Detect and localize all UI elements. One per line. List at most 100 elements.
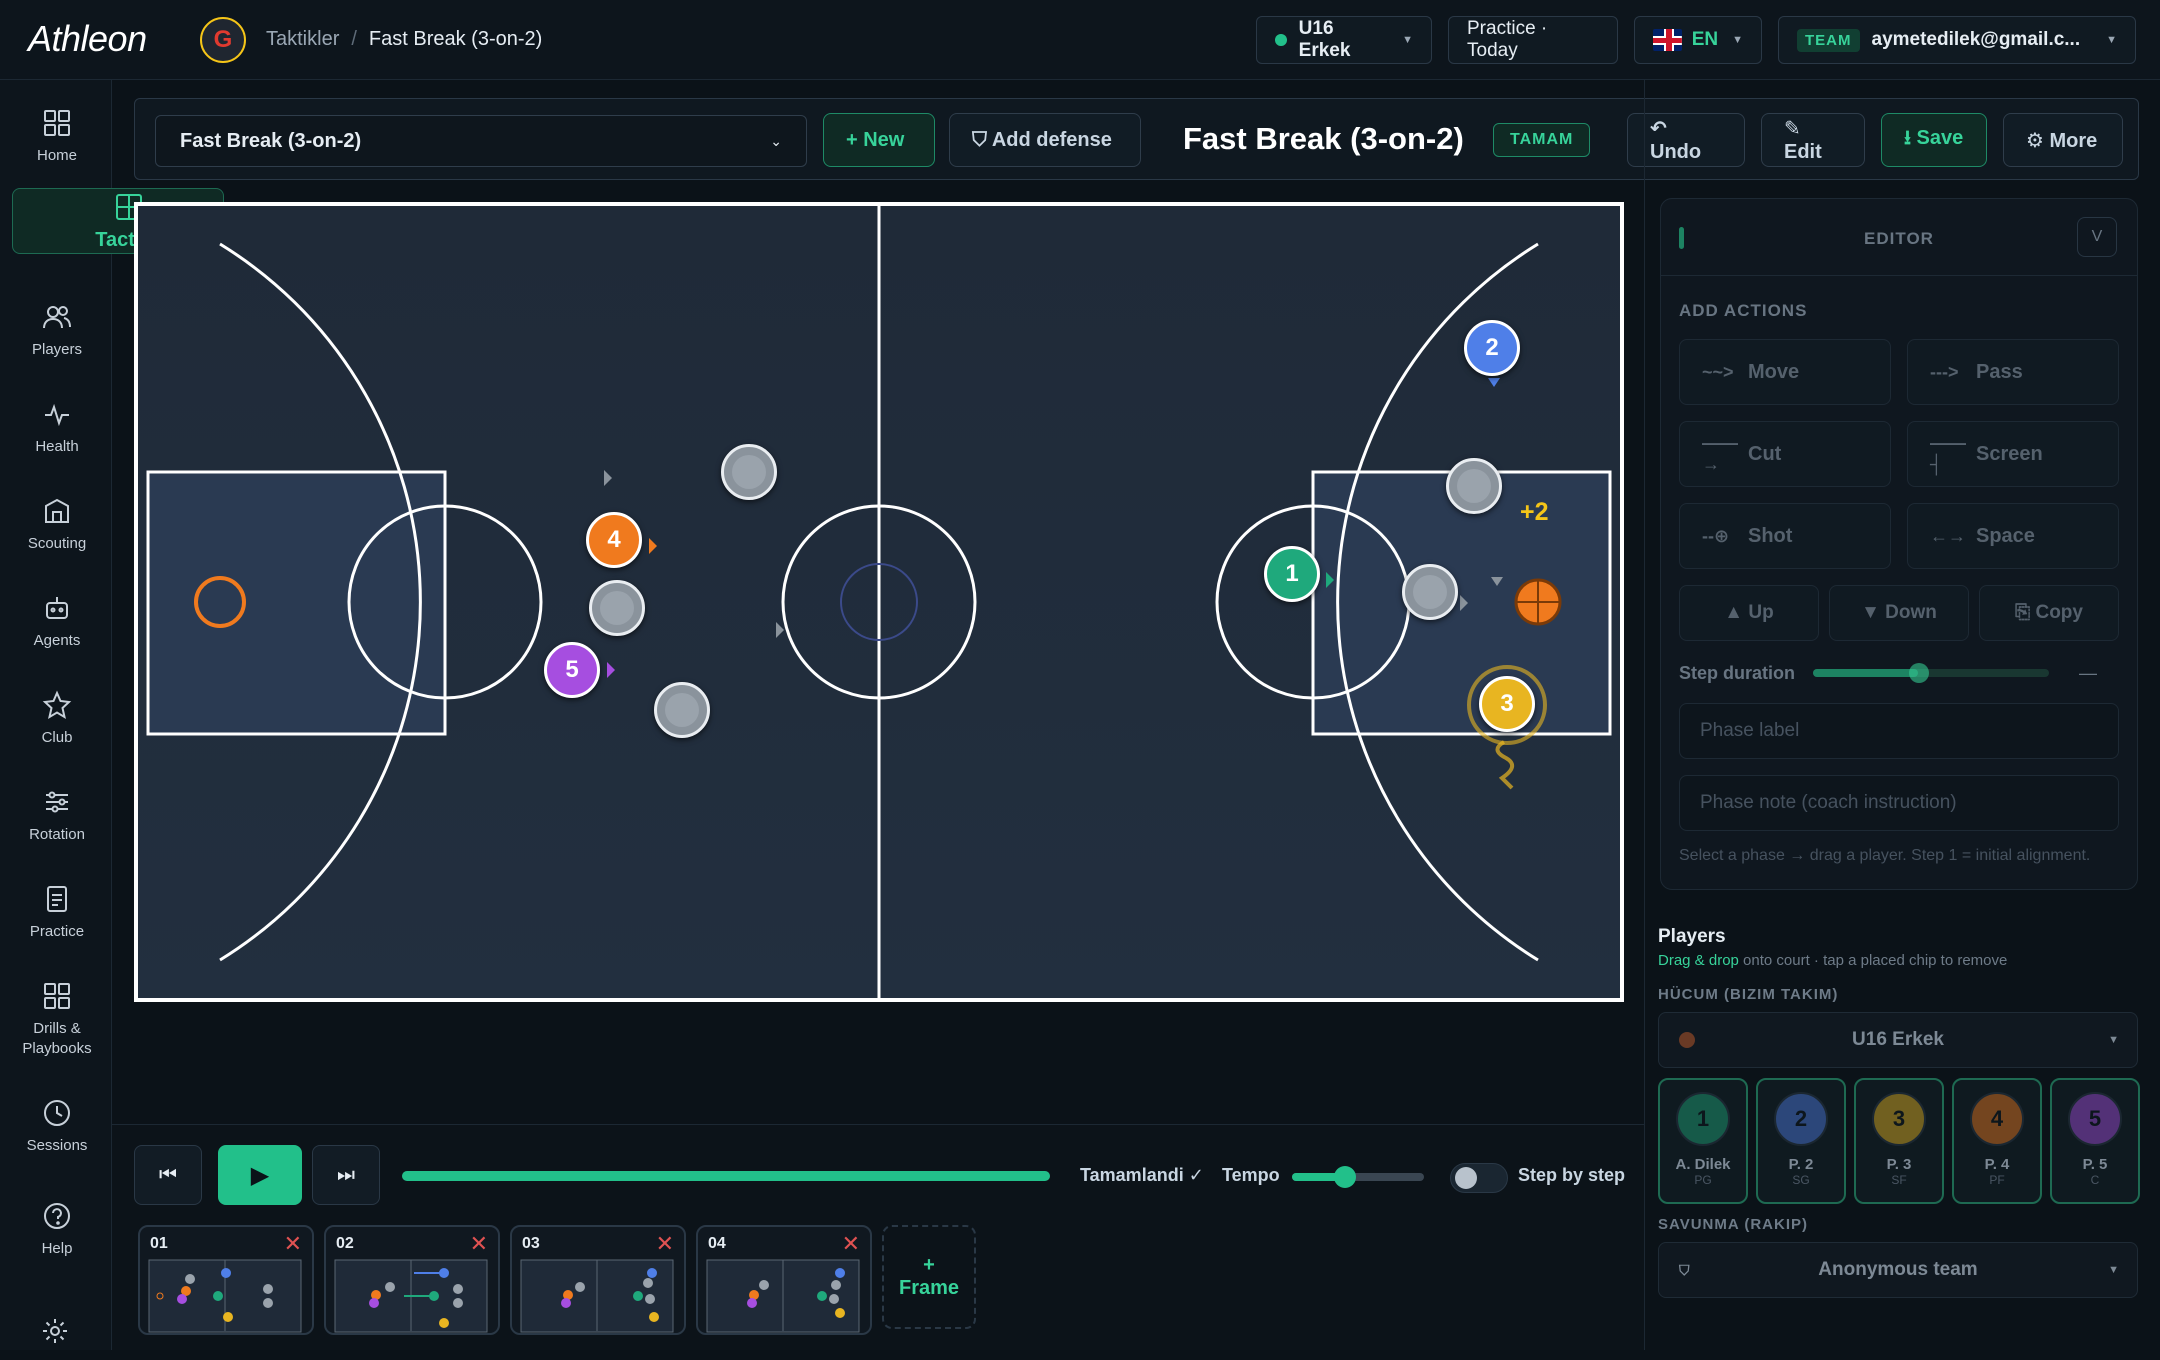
- sidebar-item-agents[interactable]: Agents: [12, 577, 102, 667]
- play-select[interactable]: Fast Break (3-on-2) ⌄: [155, 115, 807, 167]
- account-menu[interactable]: TEAM aymetedilek@gmail.c... ▼: [1778, 16, 2136, 64]
- offense-player-1[interactable]: 1: [1264, 546, 1320, 602]
- offense-player-4[interactable]: 4: [586, 512, 642, 568]
- sidebar-item-home[interactable]: Home: [12, 92, 102, 182]
- basketball-court[interactable]: 1 2 3 4 5 +2: [134, 202, 1624, 1002]
- player-position: PG: [1694, 1173, 1712, 1187]
- chevron-down-icon: ⌄: [770, 132, 782, 149]
- add-frame-label: Frame: [898, 1277, 960, 1299]
- frame-thumbnail[interactable]: 01 ✕: [138, 1225, 314, 1335]
- defender-marker[interactable]: [1402, 564, 1458, 620]
- action-cut-button[interactable]: ——→ Cut: [1679, 421, 1891, 487]
- frame-thumbnail[interactable]: 04 ✕: [696, 1225, 872, 1335]
- frame-preview: [706, 1259, 860, 1333]
- step-by-step-label: Step by step: [1518, 1165, 1626, 1185]
- club-crest[interactable]: G: [200, 17, 246, 63]
- sidebar-item-rotation[interactable]: Rotation: [12, 771, 102, 861]
- basketball-icon: [1679, 1032, 1695, 1048]
- players-title: Players: [1658, 926, 1726, 947]
- player-card[interactable]: 4 P. 4 PF: [1952, 1078, 2042, 1204]
- action-move-button[interactable]: ~~> Move: [1679, 339, 1891, 405]
- offense-team-select[interactable]: U16 Erkek ▼: [1658, 1012, 2138, 1068]
- offense-player-2[interactable]: 2: [1464, 320, 1520, 376]
- defender-marker[interactable]: [721, 444, 777, 500]
- step-duration-value: —: [2079, 663, 2097, 683]
- sidebar-item-label: Health: [35, 438, 79, 455]
- copy-button[interactable]: ⎘ Copy: [1979, 585, 2119, 641]
- more-button[interactable]: ⚙ More: [2003, 113, 2123, 167]
- language-select[interactable]: EN ▼: [1634, 16, 1762, 64]
- add-actions-heading: ADD ACTIONS: [1679, 301, 1808, 320]
- save-button[interactable]: ⭳ Save: [1881, 113, 1987, 167]
- defender-marker[interactable]: [654, 682, 710, 738]
- step-by-step-toggle[interactable]: [1450, 1163, 1508, 1193]
- star-icon: [42, 690, 72, 720]
- slider-thumb[interactable]: [1334, 1166, 1356, 1188]
- defense-team-select[interactable]: ⛉ Anonymous team ▼: [1658, 1242, 2138, 1298]
- settings-gear-button[interactable]: [40, 1316, 74, 1350]
- sidebar-item-practice[interactable]: Practice: [12, 868, 102, 958]
- space-arrows-icon: ←→: [1930, 525, 1966, 546]
- sidebar-item-help[interactable]: Help: [12, 1185, 102, 1275]
- action-pass-button[interactable]: ---> Pass: [1907, 339, 2119, 405]
- close-icon[interactable]: ✕: [842, 1231, 860, 1257]
- player-card[interactable]: 1 A. Dilek PG: [1658, 1078, 1748, 1204]
- skip-back-button[interactable]: ⏮: [134, 1145, 202, 1205]
- sidebar-item-scouting[interactable]: Scouting: [12, 480, 102, 570]
- defender-marker[interactable]: [589, 580, 645, 636]
- step-duration-slider[interactable]: [1813, 663, 2049, 683]
- app-logo[interactable]: Athleon: [28, 18, 147, 60]
- team-select[interactable]: U16 Erkek ▼: [1256, 16, 1432, 64]
- collapse-toggle-button[interactable]: V: [2077, 217, 2117, 257]
- frame-thumbnail[interactable]: 03 ✕: [510, 1225, 686, 1335]
- action-screen-button[interactable]: ——┤ Screen: [1907, 421, 2119, 487]
- sidebar-item-drills[interactable]: Drills & Playbooks: [12, 965, 102, 1075]
- player-card[interactable]: 3 P. 3 SF: [1854, 1078, 1944, 1204]
- shield-icon: ⛉: [1679, 1261, 1690, 1278]
- skip-back-icon: ⏮: [159, 1163, 177, 1186]
- player-card[interactable]: 2 P. 2 SG: [1756, 1078, 1846, 1204]
- practice-button[interactable]: Practice · Today: [1448, 16, 1618, 64]
- player-position: PF: [1989, 1173, 2005, 1187]
- player-card[interactable]: 5 P. 5C: [2050, 1078, 2140, 1204]
- tempo-slider[interactable]: [1292, 1166, 1424, 1188]
- offense-label: HÜCUM (BIZIM TAKIM): [1658, 986, 1839, 1003]
- skip-forward-button[interactable]: ⏭: [312, 1145, 380, 1205]
- phase-note-input[interactable]: Phase note (coach instruction): [1679, 775, 2119, 831]
- edit-button[interactable]: ✎ Edit: [1761, 113, 1865, 167]
- close-icon[interactable]: ✕: [656, 1231, 674, 1257]
- sidebar-item-health[interactable]: Health: [12, 383, 102, 473]
- offense-player-5[interactable]: 5: [544, 642, 600, 698]
- players-hint: Drag & drop onto court · tap a placed ch…: [1658, 952, 2007, 969]
- move-up-button[interactable]: ▲ Up: [1679, 585, 1819, 641]
- chevron-down-icon: ▼: [2106, 34, 2117, 46]
- close-icon[interactable]: ✕: [284, 1231, 302, 1257]
- player-position: SF: [1891, 1173, 1907, 1187]
- new-button[interactable]: + New: [823, 113, 935, 167]
- status-dot: [1275, 34, 1287, 46]
- action-label: Shot: [1748, 524, 1793, 547]
- action-shot-button[interactable]: --⊕ Shot: [1679, 503, 1891, 569]
- editor-hint: Select a phase → drag a player. Step 1 =…: [1679, 847, 2091, 864]
- players-icon: [43, 306, 71, 329]
- players-panel: Players Drag & drop onto court · tap a p…: [1658, 920, 2148, 1360]
- action-label: Cut: [1748, 442, 1782, 465]
- play-button[interactable]: ▶: [218, 1145, 302, 1205]
- grid-icon: [44, 983, 70, 1009]
- move-down-button[interactable]: ▼ Down: [1829, 585, 1969, 641]
- breadcrumb-parent[interactable]: Taktikler: [266, 28, 339, 50]
- close-icon[interactable]: ✕: [470, 1231, 488, 1257]
- sidebar-item-club[interactable]: Club: [12, 674, 102, 764]
- slider-thumb[interactable]: [1909, 663, 1929, 683]
- phase-label-input[interactable]: Phase label: [1679, 703, 2119, 759]
- frame-thumbnail[interactable]: 02 ✕: [324, 1225, 500, 1335]
- add-defense-button[interactable]: ⛉ Add defense: [949, 113, 1141, 167]
- action-space-button[interactable]: ←→ Space: [1907, 503, 2119, 569]
- sidebar-item-players[interactable]: Players: [12, 286, 102, 376]
- add-frame-button[interactable]: + Frame: [882, 1225, 976, 1329]
- progress-track[interactable]: [402, 1171, 1050, 1181]
- sliders-icon: [46, 791, 68, 813]
- sidebar-item-sessions[interactable]: Sessions: [12, 1082, 102, 1172]
- offense-player-3[interactable]: 3: [1479, 676, 1535, 732]
- defender-marker[interactable]: [1446, 458, 1502, 514]
